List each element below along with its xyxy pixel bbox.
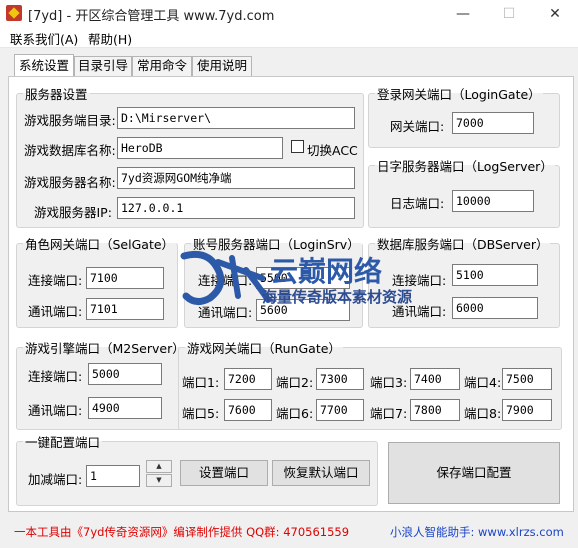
sel-gate-comm-label: 通讯端口: [28, 304, 83, 319]
sel-gate-comm-input[interactable]: 7101 [86, 298, 164, 320]
increment-up-button[interactable]: ▲ [146, 460, 172, 473]
title-bar: [7yd] - 开区综合管理工具 www.7yd.com — ☐ ✕ [0, 0, 578, 28]
close-button[interactable]: ✕ [532, 0, 578, 28]
save-port-config-button[interactable]: 保存端口配置 [388, 442, 560, 504]
db-name-input[interactable]: HeroDB [117, 137, 283, 159]
db-server-comm-input[interactable]: 6000 [452, 297, 538, 319]
restore-default-ports-button[interactable]: 恢复默认端口 [272, 460, 370, 486]
run-gate-port1-label: 端口1: [182, 375, 220, 390]
quick-config-title: 一键配置端口 [25, 435, 101, 450]
run-gate-port2-input[interactable]: 7300 [316, 368, 364, 390]
login-srv-comm-label: 通讯端口: [198, 305, 253, 320]
log-server-port-input[interactable]: 10000 [452, 190, 534, 212]
acc-checkbox[interactable] [291, 140, 304, 153]
menu-help[interactable]: 帮助(H) [88, 29, 132, 48]
run-gate-port5-input[interactable]: 7600 [224, 399, 272, 421]
m2-server-title: 游戏引擎端口（M2Server） [25, 341, 185, 356]
tab-system-settings[interactable]: 系统设置 [14, 54, 74, 76]
status-assistant-link[interactable]: 小浪人智能助手: www.xlrzs.com [390, 524, 564, 540]
run-gate-title: 游戏网关端口（RunGate） [187, 341, 341, 356]
db-server-title: 数据库服务端口（DBServer） [377, 237, 549, 252]
run-gate-port4-label: 端口4: [464, 375, 502, 390]
run-gate-port3-label: 端口3: [370, 375, 408, 390]
db-name-label: 游戏数据库名称: [24, 143, 116, 158]
log-server-port-label: 日志端口: [390, 196, 445, 211]
menu-bar: 联系我们(A) 帮助(H) [0, 28, 578, 48]
login-gate-port-input[interactable]: 7000 [452, 112, 534, 134]
tab-instructions[interactable]: 使用说明 [192, 56, 252, 76]
increment-label: 加减端口: [28, 472, 83, 487]
maximize-button[interactable]: ☐ [486, 0, 532, 28]
login-srv-conn-label: 连接端口: [198, 273, 253, 288]
run-gate-port2-label: 端口2: [276, 375, 314, 390]
run-gate-port7-input[interactable]: 7800 [410, 399, 460, 421]
run-gate-port5-label: 端口5: [182, 406, 220, 421]
server-name-label: 游戏服务器名称: [24, 175, 116, 190]
increment-down-button[interactable]: ▼ [146, 474, 172, 487]
tab-common-commands[interactable]: 常用命令 [132, 56, 192, 76]
run-gate-port7-label: 端口7: [370, 406, 408, 421]
run-gate-port8-label: 端口8: [464, 406, 502, 421]
increment-input[interactable]: 1 [86, 465, 140, 487]
menu-contact[interactable]: 联系我们(A) [10, 29, 78, 48]
run-gate-port6-input[interactable]: 7700 [316, 399, 364, 421]
server-dir-input[interactable]: D:\Mirserver\ [117, 107, 355, 129]
app-icon [6, 5, 22, 21]
m2-server-comm-label: 通讯端口: [28, 403, 83, 418]
acc-checkbox-label: 切换ACC [307, 143, 358, 158]
run-gate-port3-input[interactable]: 7400 [410, 368, 460, 390]
sel-gate-conn-label: 连接端口: [28, 273, 83, 288]
db-server-conn-input[interactable]: 5100 [452, 264, 538, 286]
server-ip-label: 游戏服务器IP: [34, 205, 112, 220]
login-gate-title: 登录网关端口（LoginGate） [377, 87, 541, 102]
server-settings-title: 服务器设置 [25, 87, 88, 102]
server-name-input[interactable]: 7yd资源网GOM纯净端 [117, 167, 355, 189]
login-gate-port-label: 网关端口: [390, 119, 445, 134]
m2-server-comm-input[interactable]: 4900 [88, 397, 162, 419]
minimize-button[interactable]: — [440, 0, 486, 28]
m2-server-conn-input[interactable]: 5000 [88, 363, 162, 385]
sel-gate-title: 角色网关端口（SelGate） [25, 237, 175, 252]
log-server-title: 日字服务器端口（LogServer） [377, 159, 553, 174]
server-dir-label: 游戏服务端目录: [24, 113, 116, 128]
watermark-slogan: 海量传奇版本素材资源 [262, 288, 413, 306]
sel-gate-conn-input[interactable]: 7100 [86, 267, 164, 289]
window-title: [7yd] - 开区综合管理工具 www.7yd.com [28, 9, 275, 24]
server-ip-input[interactable]: 127.0.0.1 [117, 197, 355, 219]
set-ports-button[interactable]: 设置端口 [180, 460, 268, 486]
run-gate-port4-input[interactable]: 7500 [502, 368, 552, 390]
run-gate-port1-input[interactable]: 7200 [224, 368, 272, 390]
run-gate-port6-label: 端口6: [276, 406, 314, 421]
status-credit-text: 一本工具由《7yd传奇资源网》编译制作提供 QQ群: 470561559 [14, 525, 350, 539]
m2-server-conn-label: 连接端口: [28, 369, 83, 384]
run-gate-port8-input[interactable]: 7900 [502, 399, 552, 421]
tab-directory-guide[interactable]: 目录引导 [74, 56, 132, 76]
status-bar: 一本工具由《7yd传奇资源网》编译制作提供 QQ群: 470561559 小浪人… [0, 520, 578, 548]
watermark-brand: 云巅网络 [270, 255, 383, 288]
